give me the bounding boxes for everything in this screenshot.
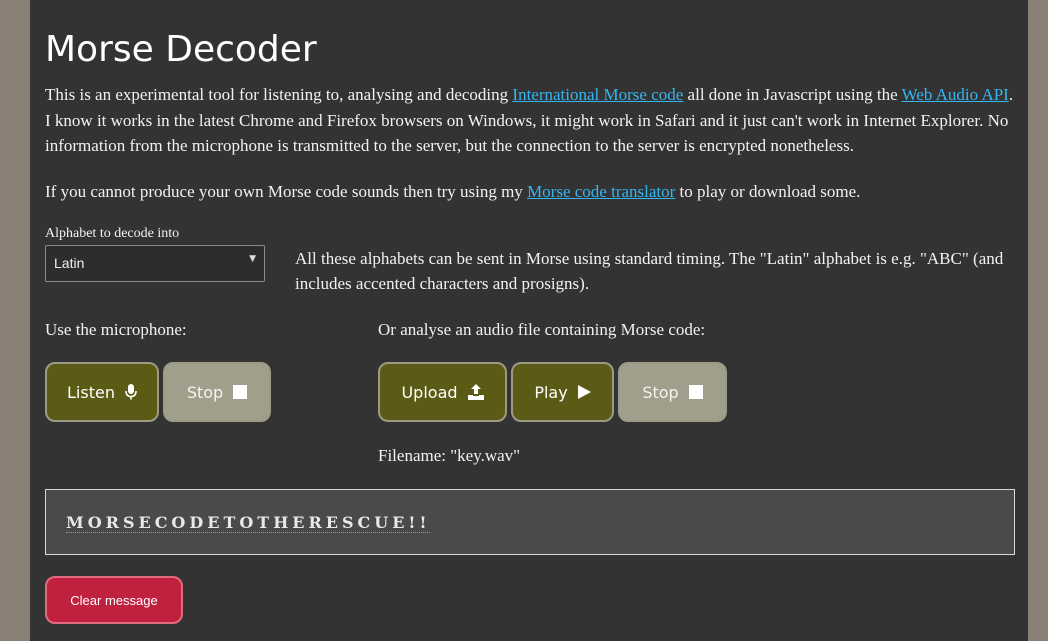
microphone-label: Use the microphone: [45, 320, 187, 339]
audio-file-label: Or analyse an audio file containing Mors… [378, 320, 706, 339]
upload-icon [467, 384, 484, 400]
main-panel: Morse Decoder This is an experimental to… [30, 0, 1028, 641]
upload-button-label: Upload [401, 382, 458, 402]
translator-tip: If you cannot produce your own Morse cod… [45, 179, 1020, 205]
decoded-output-box: MORSECODETOTHERESCUE!! [45, 489, 1015, 555]
stop-square-icon [233, 385, 248, 399]
alphabet-select[interactable]: Latin ▼ [45, 245, 265, 282]
intro-text-2: all done in Javascript using the [683, 85, 902, 104]
decoded-message: MORSECODETOTHERESCUE!! [66, 513, 431, 533]
intro-text-1: This is an experimental tool for listeni… [45, 85, 513, 104]
international-morse-code-link[interactable]: International Morse code [512, 85, 683, 104]
play-icon [577, 385, 591, 399]
web-audio-api-link[interactable]: Web Audio API [902, 85, 1009, 104]
caret-down-icon: ▼ [249, 254, 256, 264]
morse-code-translator-link[interactable]: Morse code translator [527, 182, 675, 201]
listen-button-label: Listen [67, 382, 115, 402]
play-button-label: Play [534, 382, 568, 402]
play-button[interactable]: Play [511, 362, 614, 422]
tip-text-2: to play or download some. [675, 182, 861, 201]
clear-message-button[interactable]: Clear message [45, 576, 183, 624]
listen-button[interactable]: Listen [45, 362, 159, 422]
file-stop-label: Stop [642, 382, 679, 402]
alphabet-label: Alphabet to decode into [45, 226, 180, 241]
tip-text-1: If you cannot produce your own Morse cod… [45, 182, 528, 201]
microphone-stop-button[interactable]: Stop [163, 362, 271, 422]
file-stop-button[interactable]: Stop [618, 362, 727, 422]
stop-square-icon [688, 385, 703, 399]
alphabet-select-value: Latin [54, 255, 85, 271]
page-title: Morse Decoder [45, 29, 317, 70]
filename-text: Filename: "key.wav" [378, 446, 521, 465]
alphabet-note: All these alphabets can be sent in Morse… [295, 249, 1004, 293]
upload-button[interactable]: Upload [378, 362, 507, 422]
microphone-icon [125, 384, 137, 400]
microphone-stop-label: Stop [186, 382, 224, 402]
intro-paragraph: This is an experimental tool for listeni… [45, 82, 1020, 159]
